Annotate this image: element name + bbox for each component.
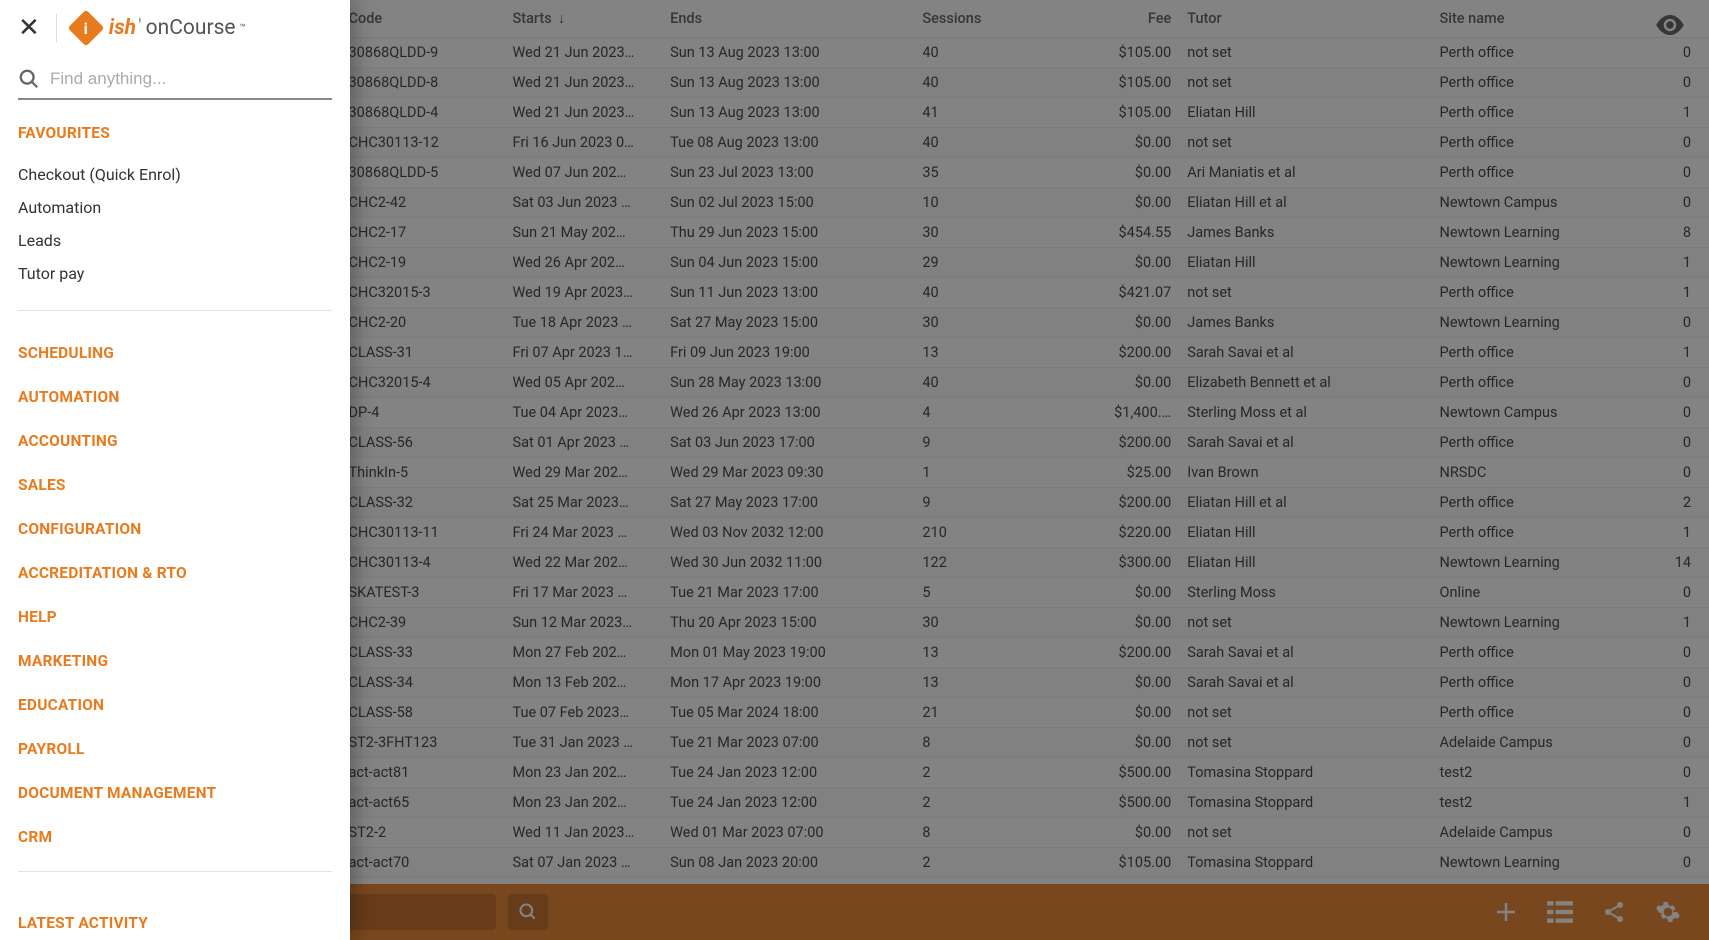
- category-item[interactable]: CONFIGURATION: [18, 507, 332, 551]
- favourites-list: Checkout (Quick Enrol)AutomationLeadsTut…: [18, 158, 332, 290]
- brand-name: onCourse: [146, 16, 236, 40]
- category-item[interactable]: HELP: [18, 595, 332, 639]
- brand-prefix: ish: [109, 16, 136, 40]
- close-icon[interactable]: ✕: [18, 15, 40, 41]
- drawer-search[interactable]: [18, 62, 332, 100]
- category-item[interactable]: CRM: [18, 815, 332, 859]
- favourite-item[interactable]: Automation: [18, 191, 332, 224]
- divider: [56, 14, 57, 42]
- category-item[interactable]: PAYROLL: [18, 727, 332, 771]
- category-item[interactable]: SCHEDULING: [18, 331, 332, 375]
- category-item[interactable]: ACCREDITATION & RTO: [18, 551, 332, 595]
- favourites-heading: FAVOURITES: [18, 124, 332, 142]
- favourite-item[interactable]: Leads: [18, 224, 332, 257]
- category-item[interactable]: SALES: [18, 463, 332, 507]
- category-list: SCHEDULINGAUTOMATIONACCOUNTINGSALESCONFI…: [18, 331, 332, 859]
- category-item[interactable]: AUTOMATION: [18, 375, 332, 419]
- favourite-item[interactable]: Tutor pay: [18, 257, 332, 290]
- latest-activity-heading: LATEST ACTIVITY: [18, 892, 332, 940]
- brand-logo[interactable]: i ish ' onCourse ™: [73, 15, 246, 41]
- category-item[interactable]: EDUCATION: [18, 683, 332, 727]
- favourite-item[interactable]: Checkout (Quick Enrol): [18, 158, 332, 191]
- drawer-body: FAVOURITES Checkout (Quick Enrol)Automat…: [0, 100, 350, 940]
- drawer-search-input[interactable]: [50, 69, 332, 89]
- category-item[interactable]: MARKETING: [18, 639, 332, 683]
- category-item[interactable]: ACCOUNTING: [18, 419, 332, 463]
- divider: [18, 310, 332, 311]
- drawer-header: ✕ i ish ' onCourse ™: [0, 0, 350, 52]
- divider: [18, 871, 332, 872]
- category-item[interactable]: DOCUMENT MANAGEMENT: [18, 771, 332, 815]
- brand-tm: ™: [240, 23, 246, 34]
- logo-badge-icon: i: [67, 10, 104, 47]
- search-icon: [18, 68, 40, 90]
- nav-drawer: ✕ i ish ' onCourse ™ FAVOURITES Checkout…: [0, 0, 350, 940]
